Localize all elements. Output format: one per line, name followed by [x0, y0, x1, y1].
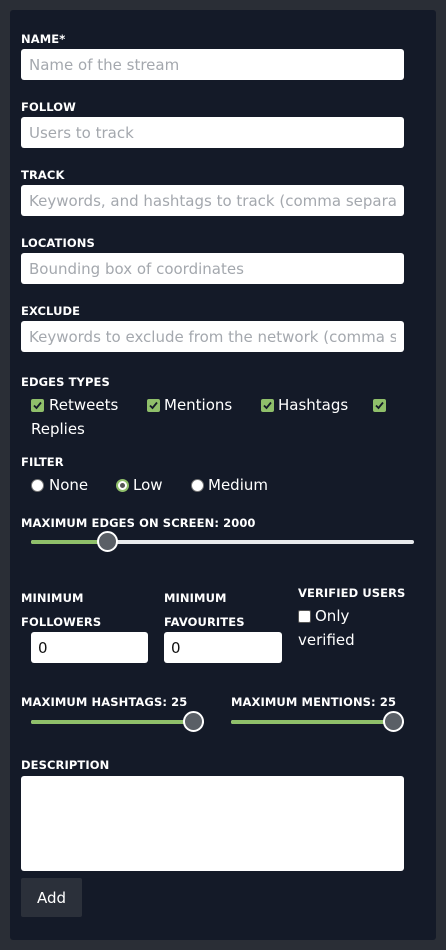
min-followers-input[interactable]: [31, 632, 148, 663]
min-favourites-label-line1: MINIMUM: [164, 591, 227, 605]
description-textarea[interactable]: [21, 776, 404, 871]
mentions-option-label: Mentions: [164, 396, 233, 414]
description-label: DESCRIPTION: [21, 758, 110, 772]
max-edges-slider-thumb[interactable]: [97, 531, 119, 552]
filter-label: FILTER: [21, 455, 64, 469]
name-label: NAME*: [21, 32, 66, 46]
follow-label: FOLLOW: [21, 100, 76, 114]
verified-users-label: VERIFIED USERS: [298, 586, 406, 600]
max-mentions-slider-fill: [231, 720, 394, 724]
only-verified-checkbox[interactable]: [298, 610, 311, 623]
locations-input[interactable]: [21, 253, 404, 284]
min-favourites-input[interactable]: [164, 632, 282, 663]
retweets-option-label: Retweets: [49, 396, 119, 414]
filter-none-radio[interactable]: [31, 479, 44, 492]
max-hashtags-slider[interactable]: [31, 711, 204, 732]
retweets-checkbox[interactable]: [31, 399, 44, 412]
hashtags-option-label: Hashtags: [278, 396, 349, 414]
check-icon: [375, 401, 384, 410]
max-hashtags-slider-fill: [31, 720, 194, 724]
max-hashtags-slider-thumb[interactable]: [183, 711, 204, 732]
hashtags-checkbox[interactable]: [261, 399, 274, 412]
replies-checkbox[interactable]: [373, 399, 386, 412]
check-icon: [263, 401, 272, 410]
only-verified-label-line1: Only: [315, 607, 350, 625]
min-followers-label-line2: FOLLOWERS: [21, 615, 102, 629]
max-hashtags-label: MAXIMUM HASHTAGS: 25: [21, 695, 188, 709]
replies-option-label: Replies: [31, 420, 85, 438]
name-input[interactable]: [21, 49, 404, 80]
filter-medium-radio[interactable]: [191, 479, 204, 492]
filter-none-label: None: [49, 476, 89, 494]
min-followers-label-line1: MINIMUM: [21, 591, 84, 605]
filter-medium-label: Medium: [208, 476, 268, 494]
track-input[interactable]: [21, 185, 404, 216]
check-icon: [149, 401, 158, 410]
filter-low-label: Low: [133, 476, 163, 494]
add-button[interactable]: Add: [21, 878, 82, 917]
track-label: TRACK: [21, 168, 65, 182]
max-mentions-slider-thumb[interactable]: [383, 711, 404, 732]
only-verified-label-line2: verified: [298, 631, 355, 649]
max-mentions-label: MAXIMUM MENTIONS: 25: [231, 695, 397, 709]
max-mentions-slider[interactable]: [231, 711, 404, 732]
max-edges-label: MAXIMUM EDGES ON SCREEN: 2000: [21, 516, 256, 530]
exclude-input[interactable]: [21, 321, 404, 352]
check-icon: [33, 401, 42, 410]
locations-label: LOCATIONS: [21, 236, 95, 250]
exclude-label: EXCLUDE: [21, 304, 81, 318]
filter-low-radio[interactable]: [116, 479, 129, 492]
max-edges-slider-fill: [31, 540, 108, 544]
max-edges-slider[interactable]: [31, 531, 414, 552]
min-favourites-label-line2: FAVOURITES: [164, 615, 245, 629]
follow-input[interactable]: [21, 117, 404, 148]
mentions-checkbox[interactable]: [147, 399, 160, 412]
edge-types-label: EDGES TYPES: [21, 375, 110, 389]
